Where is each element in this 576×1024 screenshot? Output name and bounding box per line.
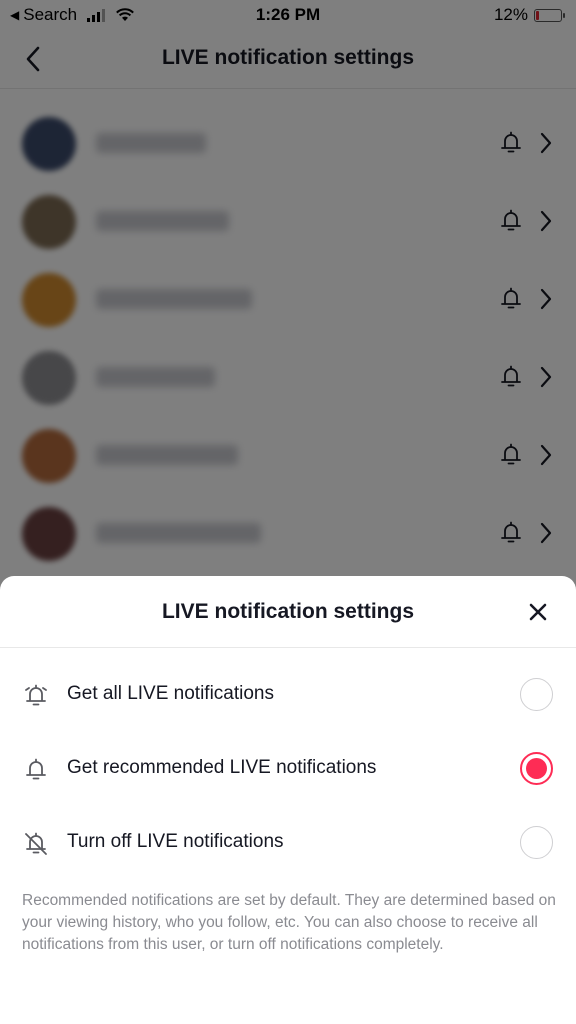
notification-settings-sheet: LIVE notification settings Get all LIVE … bbox=[0, 576, 576, 1024]
screen: ◀ Search 1:26 PM 12% LIVE notificat bbox=[0, 0, 576, 1024]
option-turn-off[interactable]: Turn off LIVE notifications bbox=[0, 813, 576, 873]
option-label: Get recommended LIVE notifications bbox=[67, 757, 377, 778]
bell-icon bbox=[26, 758, 46, 780]
close-icon bbox=[529, 603, 547, 621]
sheet-title: LIVE notification settings bbox=[161, 600, 414, 623]
sheet-divider bbox=[0, 647, 576, 648]
option-radio[interactable] bbox=[520, 826, 553, 859]
option-radio[interactable] bbox=[520, 678, 553, 711]
option-get-all[interactable]: Get all LIVE notifications bbox=[0, 665, 576, 725]
option-get-recommended[interactable]: Get recommended LIVE notifications bbox=[0, 739, 576, 799]
bell-off-icon bbox=[25, 832, 47, 855]
option-radio[interactable] bbox=[520, 752, 553, 785]
option-label: Get all LIVE notifications bbox=[67, 683, 274, 704]
close-button[interactable] bbox=[522, 596, 554, 628]
sheet-footnote: Recommended notifications are set by def… bbox=[22, 892, 556, 953]
bell-ringing-icon bbox=[25, 684, 47, 706]
option-label: Turn off LIVE notifications bbox=[67, 831, 284, 852]
